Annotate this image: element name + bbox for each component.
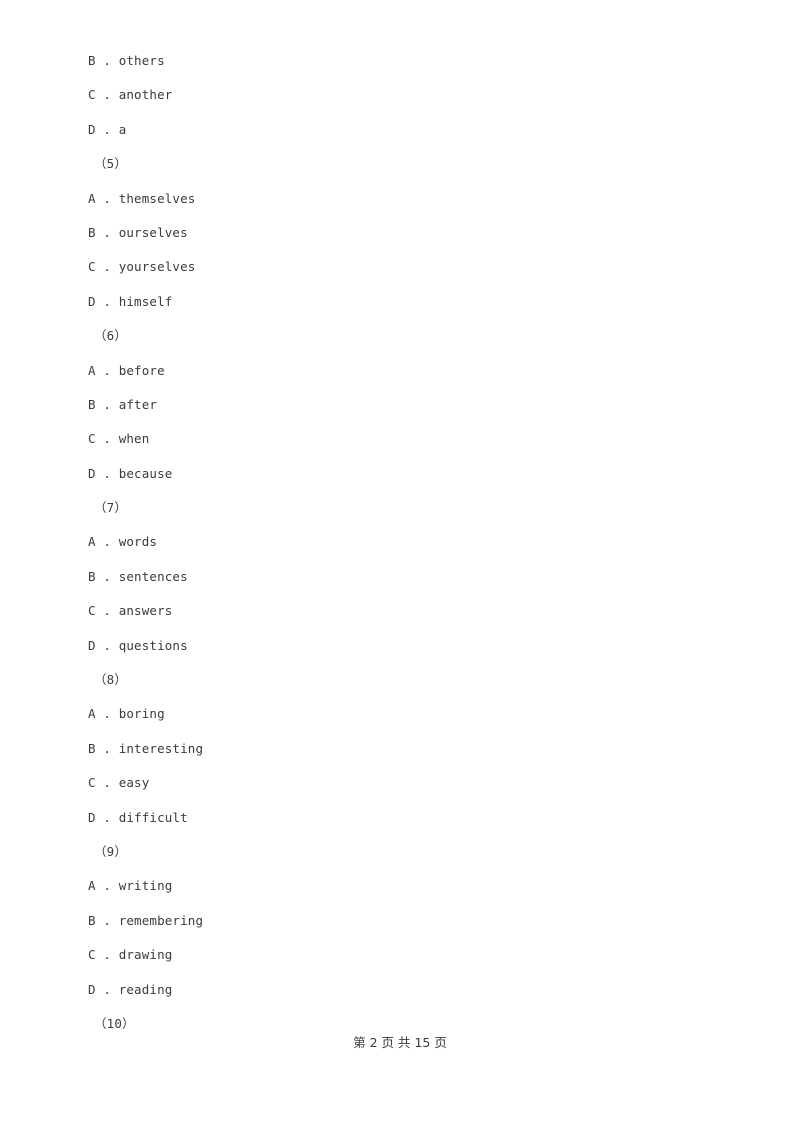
answer-option: B . sentences [88, 568, 188, 584]
answer-option: B . interesting [88, 740, 204, 756]
question-number: （8） [94, 672, 127, 688]
answer-option: A . writing [88, 878, 173, 894]
answer-option: C . easy [88, 775, 150, 791]
answer-option: A . before [88, 362, 165, 378]
question-number: （7） [94, 500, 127, 516]
question-number: （6） [94, 328, 127, 344]
answer-option: A . boring [88, 706, 165, 722]
answer-option: D . questions [88, 637, 188, 653]
answer-option: A . themselves [88, 190, 196, 206]
answer-option: C . when [88, 431, 150, 447]
answer-option: D . a [88, 121, 127, 137]
answer-option: B . ourselves [88, 224, 188, 240]
answer-option: D . because [88, 465, 173, 481]
answer-option: D . difficult [88, 809, 188, 825]
answer-option: A . words [88, 534, 158, 550]
answer-option: B . remembering [88, 912, 204, 928]
answer-option: C . yourselves [88, 259, 196, 275]
answer-option: D . reading [88, 981, 173, 997]
answer-option: C . drawing [88, 947, 173, 963]
question-number: （5） [94, 156, 127, 172]
page-footer: 第 2 页 共 15 页 [353, 1035, 447, 1050]
question-options-list: B . others C . another D . a （5） A . themsel… [88, 44, 728, 1041]
question-number: （9） [94, 843, 127, 859]
answer-option: C . another [88, 87, 173, 103]
answer-option: B . others [88, 53, 165, 68]
answer-option: C . answers [88, 603, 173, 619]
answer-option: B . after [88, 396, 158, 412]
answer-option: D . himself [88, 293, 173, 309]
document-page: B . others C . another D . a （5） A . themsel… [0, 0, 800, 1132]
